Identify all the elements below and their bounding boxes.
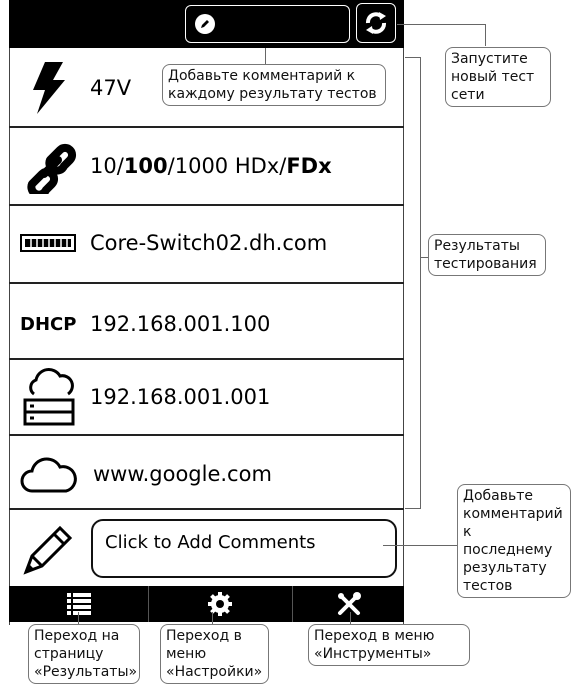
callout-go-settings: Переход в меню «Настройки» <box>160 624 269 684</box>
pencil-large-icon <box>23 525 73 575</box>
connector-line <box>485 24 486 46</box>
nav-settings-button[interactable] <box>149 586 292 622</box>
dhcp-label: DHCP <box>20 314 77 335</box>
link-part-3: /1000 HDx/ <box>167 154 287 178</box>
link-speed-text: 10/100/1000 HDx/FDx <box>90 154 332 178</box>
callout-add-comment-last: Добавьте комментарий к последнему резуль… <box>457 484 571 598</box>
switch-name-text: Core-Switch02.dh.com <box>90 231 328 255</box>
bracket-line <box>420 257 428 258</box>
connector-line <box>78 612 79 624</box>
switch-icon <box>20 234 76 252</box>
callout-run-new-test: Запустите новый тест сети <box>445 47 551 107</box>
bracket-line <box>405 57 421 58</box>
connector-line <box>383 545 443 546</box>
refresh-button[interactable] <box>356 3 396 43</box>
pencil-icon <box>195 14 215 34</box>
connector-line <box>443 545 457 546</box>
internet-host-text: www.google.com <box>93 462 272 486</box>
link-part-2: 100 <box>123 154 168 178</box>
callout-go-results: Переход на страницу «Результаты» <box>28 624 140 684</box>
connector-line <box>212 612 213 624</box>
poe-voltage-text: 47V <box>90 76 132 100</box>
connector-line <box>350 612 351 624</box>
list-icon <box>67 593 91 615</box>
gear-icon <box>208 592 232 616</box>
chain-link-icon <box>27 143 77 194</box>
dhcp-ip-text: 192.168.001.100 <box>90 312 271 336</box>
gateway-ip-text: 192.168.001.001 <box>90 385 271 409</box>
callout-add-comment-each: Добавьте комментарий к каждому результат… <box>162 64 386 106</box>
comment-placeholder: Click to Add Comments <box>105 532 316 553</box>
link-part-1: 10/ <box>90 154 124 178</box>
bracket-line <box>420 57 421 508</box>
cloud-icon <box>20 457 77 493</box>
cloud-router-icon <box>23 368 75 426</box>
bracket-line <box>405 508 421 509</box>
lightning-icon <box>33 62 65 114</box>
connector-line <box>397 24 485 25</box>
link-part-4: FDx <box>286 154 332 178</box>
callout-test-results: Результаты тестирования <box>428 234 546 276</box>
nav-tools-button[interactable] <box>293 586 404 622</box>
refresh-icon <box>366 12 386 34</box>
tools-icon <box>338 592 361 615</box>
callout-go-tools: Переход в меню «Инструменты» <box>308 624 470 666</box>
